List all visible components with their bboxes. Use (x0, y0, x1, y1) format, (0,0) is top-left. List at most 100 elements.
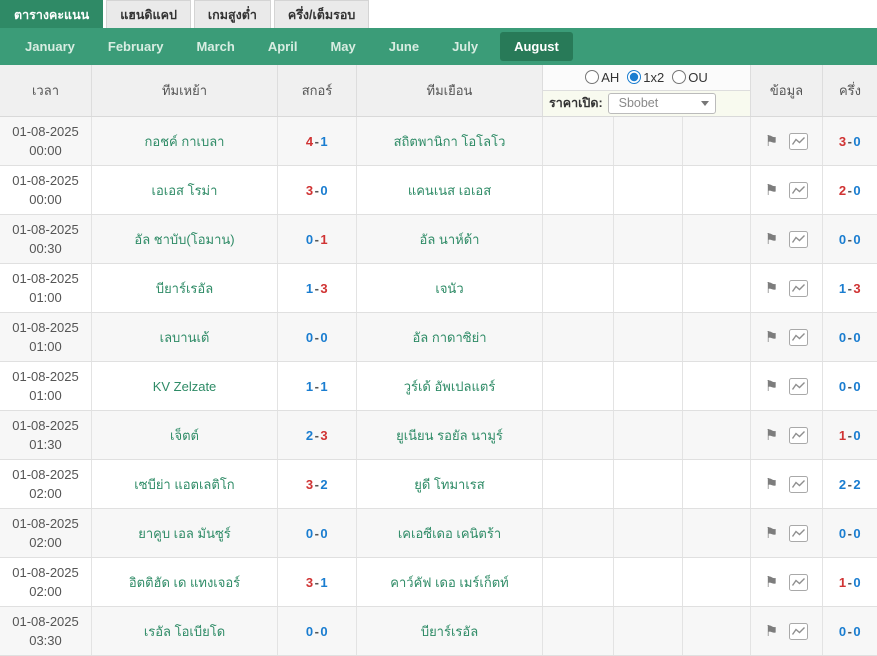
match-row: 01-08-2025 00:00 เอเอส โรม่า 3-0 แคนเนส … (0, 166, 877, 215)
chart-icon[interactable] (789, 328, 809, 346)
month-may[interactable]: May (319, 34, 366, 59)
chart-icon[interactable] (789, 573, 809, 591)
away-team-link[interactable]: อัล กาดาซิย่า (408, 327, 490, 348)
info-cell: ⚑ (751, 558, 823, 606)
flag-icon[interactable]: ⚑ (765, 624, 778, 639)
away-team-link[interactable]: ยูดี โทมาเรส (410, 474, 488, 495)
away-team-link[interactable]: บียาร์เรอัล (417, 621, 482, 642)
table-header: เวลา ทีมเหย้า สกอร์ ทีมเยือน AH 1x2 OU ราค… (0, 65, 877, 117)
info-cell: ⚑ (751, 411, 823, 459)
tab-2[interactable]: เกมสูงต่ำ (193, 0, 271, 28)
home-team-link[interactable]: กอชค์ กาเบลา (141, 131, 229, 152)
home-team-link[interactable]: เอเอส โรม่า (148, 180, 222, 201)
odds-type-1x2[interactable]: 1x2 (627, 70, 664, 85)
away-team-link[interactable]: วูร์เด้ อัพเปลแตร์ (400, 376, 500, 397)
odds-cell-x (614, 558, 683, 606)
half-time-score: 0-0 (838, 623, 862, 639)
flag-icon[interactable]: ⚑ (765, 281, 778, 296)
top-tab-strip: ตารางคะแนน แฮนดิแคป เกมสูงต่ำ ครึ่ง/เต็มรอบ (0, 0, 877, 28)
chart-icon[interactable] (789, 230, 809, 248)
half-time-score: 2-0 (838, 182, 862, 198)
month-january[interactable]: January (14, 34, 86, 59)
home-team-link[interactable]: KV Zelzate (149, 379, 221, 394)
flag-icon[interactable]: ⚑ (765, 183, 778, 198)
home-team-link[interactable]: ยาคูบ เอล มันซูร์ (134, 523, 235, 544)
odds-cell-2 (683, 117, 751, 165)
home-team-link[interactable]: เลบานเต้ (156, 327, 214, 348)
odds-cell-x (614, 313, 683, 361)
chart-icon[interactable] (789, 426, 809, 444)
home-team-link[interactable]: บียาร์เรอัล (152, 278, 217, 299)
home-team-link[interactable]: อิตติฮัด เด แทงเจอร์ (125, 572, 244, 593)
full-time-score: 3-2 (278, 460, 357, 508)
odds-type-radio-ah[interactable] (585, 70, 600, 85)
full-time-score: 0-1 (278, 215, 357, 263)
away-team-link[interactable]: เคเอซีเดอ เคนิตร้า (394, 523, 505, 544)
odds-cell-1 (543, 607, 614, 655)
tab-3[interactable]: ครึ่ง/เต็มรอบ (273, 0, 370, 28)
match-datetime: 01-08-2025 02:00 (0, 509, 92, 557)
match-time: 00:00 (29, 192, 62, 207)
match-datetime: 01-08-2025 02:00 (0, 558, 92, 606)
match-row: 01-08-2025 00:00 กอชค์ กาเบลา 4-1 สถิตพา… (0, 117, 877, 166)
match-row: 01-08-2025 02:00 ยาคูบ เอล มันซูร์ 0-0 เ… (0, 509, 877, 558)
odds-cell-2 (683, 411, 751, 459)
match-date: 01-08-2025 (12, 467, 79, 482)
home-team-link[interactable]: อัล ชาบับ(โอมาน) (130, 229, 238, 250)
home-team-link[interactable]: เซบีย่า แอตเลติโก (130, 474, 238, 495)
chart-icon[interactable] (789, 279, 809, 297)
match-date: 01-08-2025 (12, 614, 79, 629)
flag-icon[interactable]: ⚑ (765, 330, 778, 345)
flag-icon[interactable]: ⚑ (765, 379, 778, 394)
chart-icon[interactable] (789, 132, 809, 150)
month-april[interactable]: April (257, 34, 309, 59)
flag-icon[interactable]: ⚑ (765, 575, 778, 590)
odds-cell-1 (543, 460, 614, 508)
odds-type-radios: AH 1x2 OU (543, 65, 750, 91)
away-team-link[interactable]: ยูเนียน รอยัล นามูร์ (392, 425, 507, 446)
odds-cell-x (614, 509, 683, 557)
month-march[interactable]: March (186, 34, 246, 59)
away-team-link[interactable]: คาว์คัฟ เดอ เมร์เก็ตท์ (386, 572, 512, 593)
flag-icon[interactable]: ⚑ (765, 477, 778, 492)
chart-icon[interactable] (789, 524, 809, 542)
odds-cell-2 (683, 509, 751, 557)
match-date: 01-08-2025 (12, 320, 79, 335)
flag-icon[interactable]: ⚑ (765, 526, 778, 541)
header-home-team: ทีมเหย้า (92, 65, 278, 116)
full-time-score: 3-0 (278, 166, 357, 214)
away-team-link[interactable]: แคนเนส เอเอส (404, 180, 495, 201)
month-february[interactable]: February (97, 34, 175, 59)
month-june[interactable]: June (378, 34, 430, 59)
match-time: 02:00 (29, 584, 62, 599)
odds-cell-x (614, 607, 683, 655)
chart-icon[interactable] (789, 622, 809, 640)
odds-cell-2 (683, 460, 751, 508)
month-july[interactable]: July (441, 34, 489, 59)
info-cell: ⚑ (751, 607, 823, 655)
odds-type-ah[interactable]: AH (585, 70, 619, 85)
home-team-cell: เลบานเต้ (92, 313, 278, 361)
odds-type-radio-ou[interactable] (672, 70, 687, 85)
flag-icon[interactable]: ⚑ (765, 134, 778, 149)
half-time-score: 0-0 (838, 231, 862, 247)
odds-type-radio-1x2[interactable] (627, 70, 642, 85)
bookmaker-select[interactable]: Sbobet (607, 92, 716, 114)
tab-0[interactable]: ตารางคะแนน (0, 0, 104, 28)
home-team-link[interactable]: เจ็ตต์ (166, 425, 203, 446)
away-team-link[interactable]: สถิตพานิกา โอโลโว (390, 131, 510, 152)
chart-icon[interactable] (789, 475, 809, 493)
tab-1[interactable]: แฮนดิแคป (106, 0, 191, 28)
home-team-link[interactable]: เรอัล โอเบียโด (140, 621, 229, 642)
flag-icon[interactable]: ⚑ (765, 428, 778, 443)
odds-type-ou[interactable]: OU (672, 70, 708, 85)
chart-icon[interactable] (789, 181, 809, 199)
match-date: 01-08-2025 (12, 516, 79, 531)
chart-icon[interactable] (789, 377, 809, 395)
month-august[interactable]: August (500, 32, 573, 61)
flag-icon[interactable]: ⚑ (765, 232, 778, 247)
away-team-link[interactable]: อัล นาห์ด้า (416, 229, 484, 250)
match-datetime: 01-08-2025 01:00 (0, 362, 92, 410)
away-team-link[interactable]: เจนัว (431, 278, 467, 299)
away-team-cell: อัล กาดาซิย่า (357, 313, 543, 361)
